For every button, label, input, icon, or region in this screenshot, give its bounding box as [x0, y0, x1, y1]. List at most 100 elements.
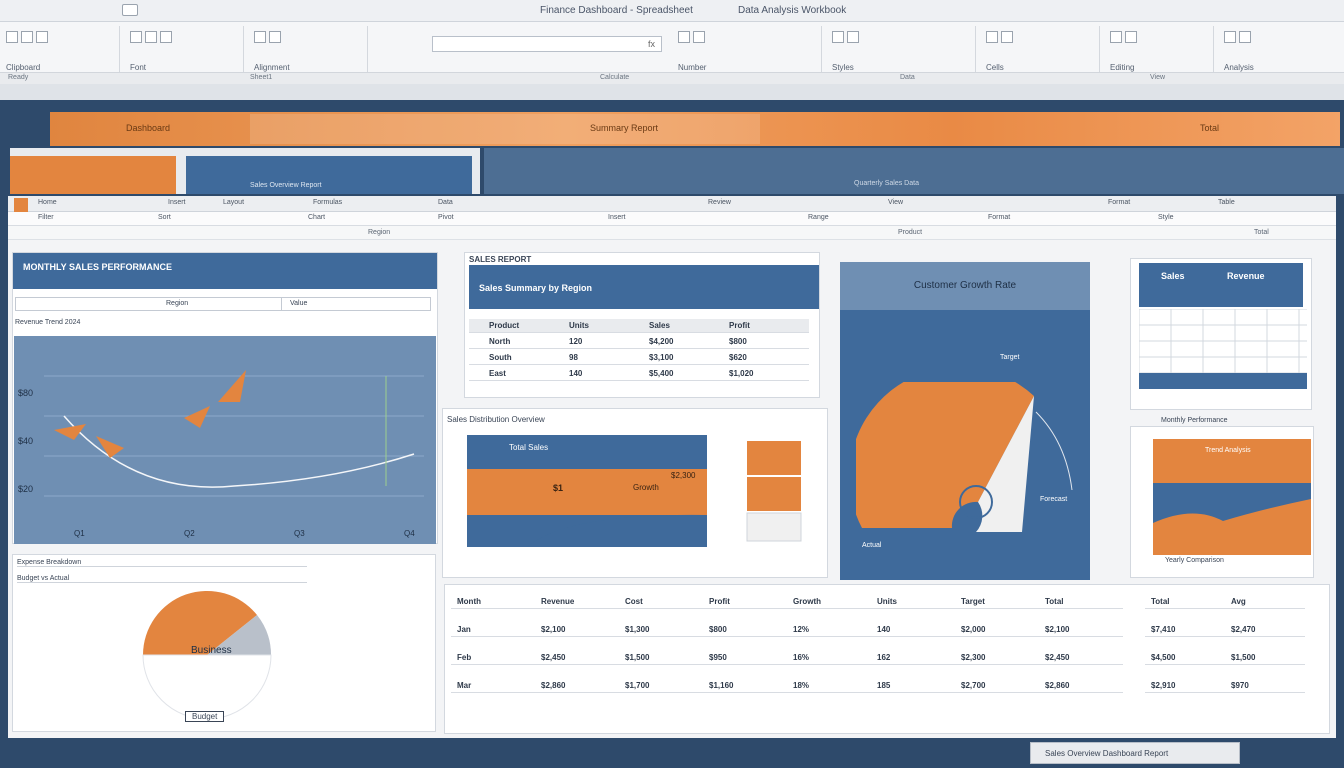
- window-tab-icon[interactable]: [122, 4, 138, 16]
- table-row[interactable]: East 140 $5,400 $1,020: [469, 367, 809, 381]
- grid-cell[interactable]: $2,000: [961, 625, 985, 634]
- pivot-icon[interactable]: [1239, 31, 1251, 43]
- ribbon-group-cells[interactable]: Cells: [980, 26, 1100, 78]
- insert-cell-icon[interactable]: [986, 31, 998, 43]
- chart-icon[interactable]: [1224, 31, 1236, 43]
- grid-cell[interactable]: Revenue: [541, 597, 574, 606]
- grid-cell[interactable]: $800: [709, 625, 727, 634]
- grid-cell[interactable]: Target: [961, 597, 985, 606]
- ribbon-group-editing[interactable]: Editing: [1104, 26, 1214, 78]
- chart-button[interactable]: Chart: [308, 214, 325, 221]
- grid-cell[interactable]: $2,860: [541, 681, 565, 690]
- grid-cell[interactable]: $1,160: [709, 681, 733, 690]
- grid-cell[interactable]: $2,100: [1045, 625, 1069, 634]
- align-left-icon[interactable]: [254, 31, 266, 43]
- insert-button[interactable]: Insert: [608, 214, 626, 221]
- tab-insert[interactable]: Insert: [168, 199, 186, 206]
- copy-icon[interactable]: [36, 31, 48, 43]
- paste-icon[interactable]: [6, 31, 18, 43]
- fx-icon[interactable]: fx: [648, 39, 655, 49]
- format-button[interactable]: Format: [988, 214, 1010, 221]
- range-button[interactable]: Range: [808, 214, 829, 221]
- table-row[interactable]: Month Revenue Cost Profit Growth Units Target T…: [451, 595, 1123, 609]
- grid-cell[interactable]: $2,910: [1151, 681, 1175, 690]
- table-row[interactable]: Total Avg: [1145, 595, 1305, 609]
- grid-cell[interactable]: Units: [877, 597, 897, 606]
- grid-cell[interactable]: $970: [1231, 681, 1249, 690]
- styles-icon[interactable]: [832, 31, 844, 43]
- table-row[interactable]: Feb $2,450 $1,500 $950 16% 162 $2,300 $2,450: [451, 651, 1123, 665]
- grid-cell[interactable]: $2,450: [541, 653, 565, 662]
- tab-data[interactable]: Data: [438, 199, 453, 206]
- grid-cell[interactable]: $950: [709, 653, 727, 662]
- grid-cell[interactable]: $1,700: [625, 681, 649, 690]
- table-row[interactable]: North 120 $4,200 $800: [469, 335, 809, 349]
- region-field[interactable]: Region: [15, 297, 317, 311]
- percent-icon[interactable]: [693, 31, 705, 43]
- sum-icon[interactable]: [1110, 31, 1122, 43]
- table-row[interactable]: South 98 $3,100 $620: [469, 351, 809, 365]
- cut-icon[interactable]: [21, 31, 33, 43]
- grid-cell[interactable]: Month: [457, 597, 481, 606]
- worksheet[interactable]: Home Insert Layout Formulas Data Review …: [8, 196, 1336, 738]
- grid-cell[interactable]: Mar: [457, 681, 471, 690]
- tab-layout[interactable]: Layout: [223, 199, 244, 206]
- grid-cell[interactable]: $2,860: [1045, 681, 1069, 690]
- ribbon-group-font[interactable]: Font: [124, 26, 244, 78]
- currency-icon[interactable]: [678, 31, 690, 43]
- grid-cell[interactable]: $1,500: [625, 653, 649, 662]
- grid-cell[interactable]: Profit: [709, 597, 730, 606]
- delete-cell-icon[interactable]: [1001, 31, 1013, 43]
- grid-cell[interactable]: $4,500: [1151, 653, 1175, 662]
- table-row[interactable]: $2,910 $970: [1145, 679, 1305, 693]
- bold-icon[interactable]: [130, 31, 142, 43]
- grid-cell[interactable]: Total: [1151, 597, 1170, 606]
- grid-cell[interactable]: 18%: [793, 681, 809, 690]
- ribbon-group-styles[interactable]: Styles: [826, 26, 976, 78]
- grid-cell[interactable]: 162: [877, 653, 890, 662]
- tab-view[interactable]: View: [888, 199, 903, 206]
- grid-cell[interactable]: $1,500: [1231, 653, 1255, 662]
- table-style-icon[interactable]: [847, 31, 859, 43]
- grid-cell[interactable]: $1,300: [625, 625, 649, 634]
- table-row[interactable]: Product Units Sales Profit: [469, 319, 809, 333]
- align-center-icon[interactable]: [269, 31, 281, 43]
- grid-cell[interactable]: 140: [877, 625, 890, 634]
- grid-cell[interactable]: 16%: [793, 653, 809, 662]
- value-field[interactable]: Value: [281, 297, 431, 311]
- underline-icon[interactable]: [160, 31, 172, 43]
- grid-cell[interactable]: $2,450: [1045, 653, 1069, 662]
- grid-cell[interactable]: $2,300: [961, 653, 985, 662]
- grid-cell[interactable]: $2,100: [541, 625, 565, 634]
- sort-button[interactable]: Sort: [158, 214, 171, 221]
- tab-format[interactable]: Format: [1108, 199, 1130, 206]
- tab-home[interactable]: Home: [38, 199, 57, 206]
- pivot-button[interactable]: Pivot: [438, 214, 454, 221]
- grid-cell[interactable]: Growth: [793, 597, 821, 606]
- grid-cell[interactable]: Feb: [457, 653, 471, 662]
- filter-button[interactable]: Filter: [38, 214, 54, 221]
- ribbon-group-analysis[interactable]: Analysis: [1218, 26, 1340, 78]
- ribbon-group-clipboard[interactable]: Clipboard: [0, 26, 120, 78]
- grid-cell[interactable]: Jan: [457, 625, 471, 634]
- style-button[interactable]: Style: [1158, 214, 1174, 221]
- grid-cell[interactable]: 12%: [793, 625, 809, 634]
- grid-cell[interactable]: $2,470: [1231, 625, 1255, 634]
- formula-bar[interactable]: fx: [432, 36, 662, 52]
- grid-cell[interactable]: $2,700: [961, 681, 985, 690]
- ribbon-group-number[interactable]: Number: [672, 26, 822, 78]
- ribbon-group-alignment[interactable]: Alignment: [248, 26, 368, 78]
- grid-cell[interactable]: $7,410: [1151, 625, 1175, 634]
- table-row[interactable]: $7,410 $2,470: [1145, 623, 1305, 637]
- grid-cell[interactable]: 185: [877, 681, 890, 690]
- grid-cell[interactable]: Avg: [1231, 597, 1246, 606]
- table-row[interactable]: Jan $2,100 $1,300 $800 12% 140 $2,000 $2,100: [451, 623, 1123, 637]
- tab-table[interactable]: Table: [1218, 199, 1235, 206]
- sort-icon[interactable]: [1125, 31, 1137, 43]
- table-row[interactable]: Mar $2,860 $1,700 $1,160 18% 185 $2,700 $2,860: [451, 679, 1123, 693]
- table-row[interactable]: $4,500 $1,500: [1145, 651, 1305, 665]
- grid-cell[interactable]: Total: [1045, 597, 1064, 606]
- italic-icon[interactable]: [145, 31, 157, 43]
- grid-cell[interactable]: Cost: [625, 597, 643, 606]
- tab-formulas[interactable]: Formulas: [313, 199, 342, 206]
